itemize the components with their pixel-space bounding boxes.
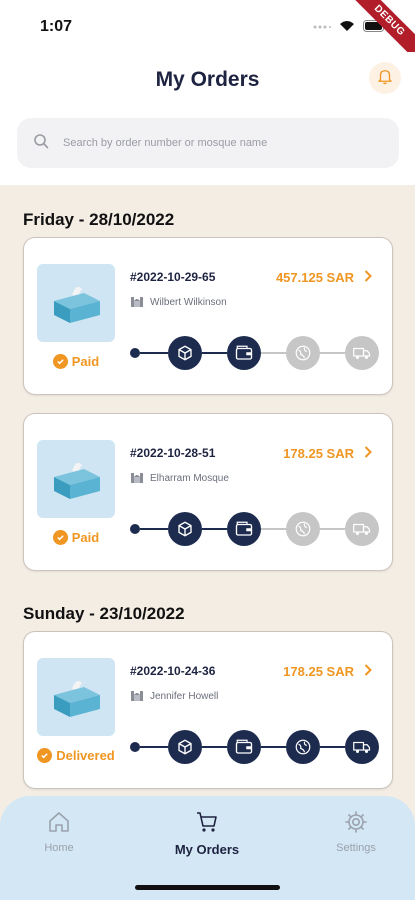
truck-icon bbox=[345, 512, 379, 546]
progress-start-dot bbox=[130, 524, 140, 534]
home-indicator bbox=[135, 885, 280, 890]
delivery-status: Delivered bbox=[24, 748, 128, 763]
box-icon bbox=[168, 512, 202, 546]
wallet-icon bbox=[227, 512, 261, 546]
home-icon bbox=[47, 810, 71, 839]
chevron-right-icon[interactable] bbox=[364, 664, 372, 679]
globe-icon bbox=[286, 730, 320, 764]
mosque-icon bbox=[130, 294, 144, 311]
order-price: 457.125 SAR bbox=[276, 270, 372, 285]
tab-home[interactable]: Home bbox=[9, 810, 109, 854]
mosque-row: Wilbert Wilkinson bbox=[130, 294, 227, 311]
product-thumbnail bbox=[37, 440, 115, 518]
header: My Orders bbox=[0, 52, 415, 185]
order-price-value: 178.25 SAR bbox=[283, 446, 354, 461]
order-number: #2022-10-29-65 bbox=[130, 270, 216, 284]
status-bar: 1:07 DEBUG bbox=[0, 0, 415, 70]
wallet-icon bbox=[227, 336, 261, 370]
order-price: 178.25 SAR bbox=[283, 446, 372, 461]
box-icon bbox=[168, 730, 202, 764]
order-price-value: 457.125 SAR bbox=[275, 270, 354, 285]
order-card[interactable]: Paid #2022-10-29-65 Wilbert Wilkinson 45… bbox=[23, 237, 393, 395]
tab-my-orders-label: My Orders bbox=[174, 842, 240, 857]
product-thumbnail bbox=[37, 264, 115, 342]
order-number: #2022-10-28-51 bbox=[130, 446, 216, 460]
mosque-icon bbox=[130, 688, 144, 705]
cart-icon bbox=[195, 810, 219, 839]
status-time: 1:07 bbox=[40, 18, 73, 35]
payment-status: Paid bbox=[24, 530, 128, 545]
order-progress bbox=[130, 512, 382, 546]
chevron-right-icon[interactable] bbox=[364, 270, 372, 285]
status-icons bbox=[313, 19, 387, 37]
payment-status: Paid bbox=[24, 354, 128, 369]
check-circle-icon bbox=[52, 530, 68, 545]
tab-settings[interactable]: Settings bbox=[306, 810, 406, 854]
bell-icon bbox=[376, 67, 394, 90]
payment-status-label: Paid bbox=[71, 354, 100, 369]
globe-icon bbox=[286, 336, 320, 370]
order-price-value: 178.25 SAR bbox=[283, 664, 354, 679]
payment-status-label: Paid bbox=[71, 530, 100, 545]
search-box[interactable] bbox=[17, 118, 399, 168]
tab-settings-label: Settings bbox=[336, 842, 376, 854]
tab-home-label: Home bbox=[44, 842, 74, 854]
order-number: #2022-10-24-36 bbox=[130, 664, 216, 678]
chevron-right-icon[interactable] bbox=[364, 446, 372, 461]
progress-start-dot bbox=[130, 742, 140, 752]
check-circle-icon bbox=[52, 354, 68, 369]
mosque-row: Jennifer Howell bbox=[130, 688, 218, 705]
delivery-status-label: Delivered bbox=[56, 748, 115, 763]
mosque-name: Elharram Mosque bbox=[150, 473, 229, 484]
truck-icon bbox=[345, 730, 379, 764]
mosque-name: Jennifer Howell bbox=[150, 691, 219, 702]
wallet-icon bbox=[227, 730, 261, 764]
tab-my-orders[interactable]: My Orders bbox=[157, 810, 257, 857]
truck-icon bbox=[345, 336, 379, 370]
mosque-row: Elharram Mosque bbox=[130, 470, 229, 487]
order-card[interactable]: Paid #2022-10-28-51 Elharram Mosque 178.… bbox=[23, 413, 393, 571]
date-heading: Sunday - 23/10/2022 bbox=[23, 604, 185, 623]
order-card[interactable]: Delivered #2022-10-24-36 Jennifer Howell… bbox=[23, 631, 393, 789]
gear-icon bbox=[344, 810, 368, 839]
search-input[interactable] bbox=[63, 137, 363, 149]
order-price: 178.25 SAR bbox=[283, 664, 372, 679]
mosque-name: Wilbert Wilkinson bbox=[150, 297, 227, 308]
page-title: My Orders bbox=[155, 68, 260, 91]
order-progress bbox=[130, 336, 382, 370]
date-heading: Friday - 28/10/2022 bbox=[23, 210, 175, 229]
search-icon bbox=[33, 133, 49, 154]
wifi-icon bbox=[339, 19, 355, 37]
orders-list[interactable]: Friday - 28/10/2022 Paid #2022-10-29-65 … bbox=[0, 185, 415, 900]
product-thumbnail bbox=[37, 658, 115, 736]
globe-icon bbox=[286, 512, 320, 546]
signal-icon bbox=[313, 19, 331, 37]
box-icon bbox=[168, 336, 202, 370]
order-progress bbox=[130, 730, 382, 764]
notifications-button[interactable] bbox=[369, 62, 401, 94]
progress-start-dot bbox=[130, 348, 140, 358]
check-circle-icon bbox=[37, 748, 53, 763]
mosque-icon bbox=[130, 470, 144, 487]
